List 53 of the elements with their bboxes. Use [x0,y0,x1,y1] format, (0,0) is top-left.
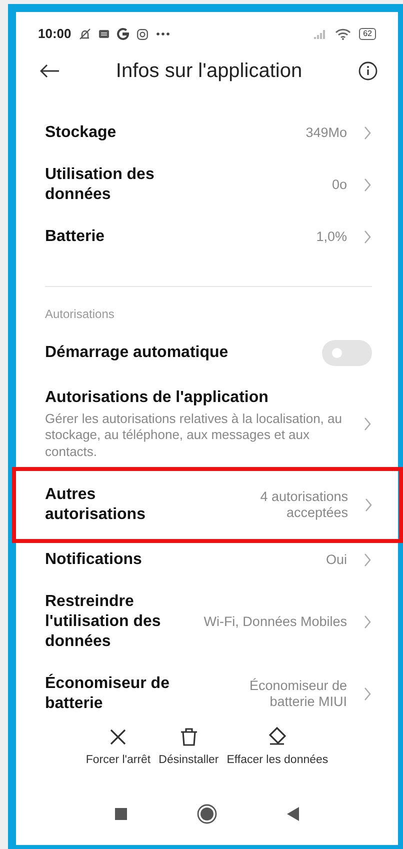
row-value: 4 autorisations acceptées [259,488,348,521]
action-button[interactable]: Effacer les données [224,726,330,769]
row-value: Économiseur de batterie MIUI [248,678,347,710]
settings-row[interactable]: Autres autorisations 4 autorisations acceptées [16,470,399,539]
signal-icon [314,29,328,39]
row-description: Gérer les autorisations relatives à la localisation, au stockage, au téléphone, aux messages et aux contacts. [45,411,343,460]
row-value: 0o [332,176,347,194]
settings-row[interactable]: Autorisations de l'application Gérer les autorisations relatives à la localisation, au stockage, au téléphone, aux messages et aux contacts. [45,377,372,471]
settings-row[interactable]: Notifications Oui [45,538,372,581]
settings-row[interactable]: Utilisation des données 0o [45,154,372,216]
camera-icon [137,28,148,40]
row-label: Stockage [45,123,116,143]
bell-off-icon [79,28,92,40]
back-button[interactable] [287,807,299,821]
google-icon [117,28,130,40]
row-label: Utilisation des données [45,165,156,205]
chevron-right-icon [364,496,373,513]
action-button[interactable]: Désinstaller [156,726,221,769]
battery-indicator: 62 [359,28,376,40]
clock-text: 10:00 [38,25,72,44]
settings-row[interactable]: Économiseur de batterie Économiseur de batterie MIUI [45,662,372,725]
info-icon[interactable] [358,61,378,81]
settings-row[interactable]: Restreindre l'utilisation des données Wi-Fi, Données Mobiles [45,580,372,663]
row-value: Wi-Fi, Données Mobiles [204,614,347,630]
row-label: Démarrage automatique [45,343,228,363]
eraser-icon [266,726,288,748]
more-icon [156,32,170,36]
row-value: 1,0% [316,228,347,246]
row-label: Restreindre l'utilisation des données [45,592,162,652]
chevron-right-icon [363,125,372,141]
row-label: Autorisations de l'application [45,388,270,408]
row-label: Notifications [45,550,142,570]
back-arrow-icon[interactable] [40,64,60,78]
message-icon [99,30,110,38]
row-value: Oui [326,552,347,568]
chevron-right-icon [363,177,372,193]
action-button[interactable]: Forcer l'arrêt [84,726,153,769]
row-value: 349Mo [306,124,347,142]
row-label: Batterie [45,227,105,247]
settings-row[interactable]: Stockage 349Mo [45,112,372,154]
settings-row[interactable]: Batterie 1,0% [45,216,372,258]
row-label: Économiseur de batterie [45,674,170,714]
chevron-right-icon [363,686,372,702]
page-title: Infos sur l'application [114,59,304,84]
chevron-right-icon [363,552,372,568]
chevron-right-icon [363,229,372,245]
section-label: Autorisations [45,306,116,323]
home-button[interactable] [197,804,217,824]
toggle-switch[interactable] [322,340,372,366]
wifi-icon [335,28,352,40]
row-label: Autres autorisations [45,484,146,525]
chevron-right-icon [363,416,372,432]
chevron-right-icon [363,614,372,630]
